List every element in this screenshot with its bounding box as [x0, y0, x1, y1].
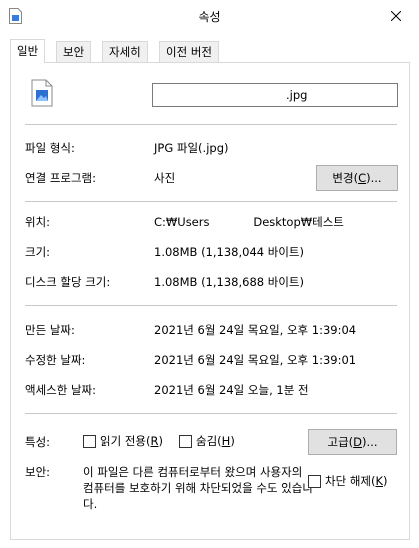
security-message: 이 파일은 다른 컴퓨터로부터 왔으며 사용자의 컴퓨터를 보호하기 위해 차단…	[83, 465, 313, 511]
opens-with-value: 사진	[154, 171, 176, 185]
security-label: 보안:	[25, 465, 51, 479]
checkbox-box[interactable]	[308, 474, 321, 488]
disk-size-value: 1.08MB (1,138,688 바이트)	[154, 275, 304, 289]
checkbox-box[interactable]	[83, 434, 96, 448]
attributes-label: 특성:	[25, 435, 51, 449]
modified-label: 수정한 날짜:	[25, 353, 86, 367]
created-label: 만든 날짜:	[25, 323, 75, 337]
hidden-checkbox[interactable]: 숨김(H)	[179, 433, 235, 449]
file-name-input[interactable]: .jpg	[152, 83, 398, 107]
tab-details[interactable]: 자세히	[102, 41, 148, 62]
accessed-value: 2021년 6월 24일 오늘, 1분 전	[154, 383, 309, 397]
window-title: 속성	[198, 10, 221, 24]
change-button[interactable]: 변경(C)...	[316, 165, 398, 191]
tab-security[interactable]: 보안	[56, 41, 92, 62]
unblock-checkbox[interactable]: 차단 해제(K)	[308, 473, 388, 489]
accessed-label: 액세스한 날짜:	[25, 383, 97, 397]
divider	[25, 413, 397, 414]
checkbox-box[interactable]	[179, 434, 192, 448]
image-file-icon	[31, 79, 53, 107]
advanced-button[interactable]: 고급(D)...	[308, 429, 397, 455]
file-type-label: 파일 형식:	[25, 141, 75, 155]
size-value: 1.08MB (1,138,044 바이트)	[154, 245, 304, 259]
close-icon	[391, 11, 401, 21]
location-value: C:₩Users Desktop₩테스트	[154, 215, 344, 229]
readonly-checkbox[interactable]: 읽기 전용(R)	[83, 433, 163, 449]
divider	[25, 201, 397, 202]
location-label: 위치:	[25, 215, 51, 229]
disk-size-label: 디스크 할당 크기:	[25, 275, 111, 289]
size-label: 크기:	[25, 245, 51, 259]
tab-general[interactable]: 일반	[10, 39, 46, 63]
general-panel: .jpg 파일 형식: JPG 파일(.jpg) 연결 프로그램: 사진 변경(…	[10, 62, 410, 540]
opens-with-label: 연결 프로그램:	[25, 171, 97, 185]
close-button[interactable]	[373, 0, 419, 32]
title-bar: 속성	[0, 0, 419, 32]
divider	[25, 305, 397, 306]
divider	[25, 124, 397, 125]
tab-previous-versions[interactable]: 이전 버전	[159, 41, 219, 62]
modified-value: 2021년 6월 24일 목요일, 오후 1:39:01	[154, 353, 357, 367]
created-value: 2021년 6월 24일 목요일, 오후 1:39:04	[154, 323, 357, 337]
file-type-value: JPG 파일(.jpg)	[154, 141, 229, 155]
